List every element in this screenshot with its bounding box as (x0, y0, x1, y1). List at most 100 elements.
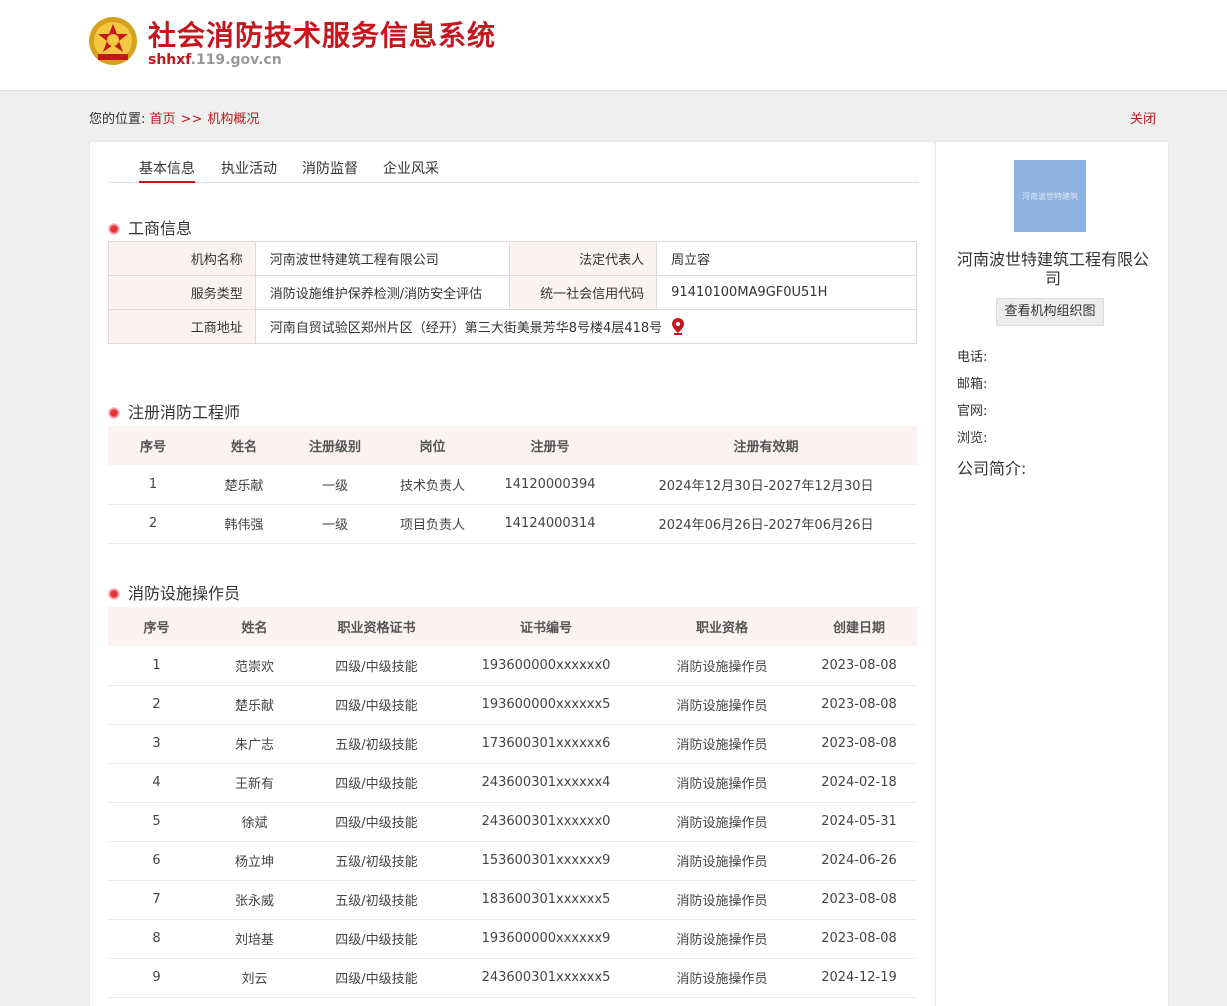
cell-index: 1 (108, 465, 198, 505)
cell-reg-number: 14124000314 (485, 504, 615, 544)
phone-label: 电话: (957, 350, 988, 365)
website-label: 官网: (957, 404, 988, 419)
tab-company-style[interactable]: 企业风采 (383, 158, 439, 183)
site-title: 社会消防技术服务信息系统 (148, 19, 497, 52)
cell-position: 项目负责人 (380, 504, 485, 544)
breadcrumb-current-link[interactable]: 机构概况 (207, 112, 259, 127)
cell-name: 朱广志 (205, 724, 304, 764)
cell-qualification: 消防设施操作员 (643, 685, 801, 725)
cell-name: 刘培基 (205, 919, 304, 959)
table-row: 2 楚乐献 四级/中级技能 193600000xxxxxx5 消防设施操作员 2023-0… (108, 685, 917, 725)
map-pin-icon[interactable] (672, 318, 685, 335)
cell-name: 范崇欢 (205, 646, 304, 686)
cell-name: 张永威 (205, 880, 304, 920)
cell-index: 8 (108, 919, 205, 959)
table-row: 6 杨立坤 五级/初级技能 153600301xxxxxx9 消防设施操作员 2024-0… (108, 841, 917, 881)
business-info-table: 机构名称 河南波世特建筑工程有限公司 法定代表人 周立容 服务类型 消防设施维护… (108, 241, 918, 344)
cell-name: 刘云 (205, 958, 304, 998)
cell-level: 一级 (290, 465, 380, 505)
cell-created-date: 2024-05-31 (801, 802, 917, 842)
cell-cert-number: 243600301xxxxxx0 (449, 802, 643, 842)
address-label: 工商地址 (108, 309, 256, 344)
cell-cert-number: 243600301xxxxxx4 (449, 763, 643, 803)
column-header: 姓名 (198, 426, 290, 465)
cell-qualification: 消防设施操作员 (643, 880, 801, 920)
cell-certificate: 五级/初级技能 (304, 880, 449, 920)
bullet-dot-icon (108, 223, 120, 235)
legal-rep-value: 周立容 (656, 241, 917, 276)
org-chart-button[interactable]: 查看机构组织图 (996, 298, 1104, 326)
table-row: 9 刘云 四级/中级技能 243600301xxxxxx5 消防设施操作员 2024-12… (108, 958, 917, 998)
operators-table: 序号 姓名 职业资格证书 证书编号 职业资格 创建日期 1 范崇欢 四级/中级技能 1… (108, 607, 917, 998)
cell-created-date: 2023-08-08 (801, 880, 917, 920)
breadcrumb-prefix: 您的位置: (89, 112, 146, 127)
cell-cert-number: 153600301xxxxxx9 (449, 841, 643, 881)
cell-name: 徐斌 (205, 802, 304, 842)
table-row: 5 徐斌 四级/中级技能 243600301xxxxxx0 消防设施操作员 2024-05… (108, 802, 917, 842)
cell-index: 2 (108, 685, 205, 725)
column-header: 注册号 (485, 426, 615, 465)
cell-created-date: 2024-06-26 (801, 841, 917, 881)
breadcrumb-home-link[interactable]: 首页 (150, 112, 176, 127)
breadcrumb: 您的位置: 首页 >> 机构概况 (89, 108, 259, 127)
cell-created-date: 2023-08-08 (801, 685, 917, 725)
table-row: 1 范崇欢 四级/中级技能 193600000xxxxxx0 消防设施操作员 2023-0… (108, 646, 917, 686)
cell-created-date: 2023-08-08 (801, 724, 917, 764)
company-logo-text: 河南波世特建筑 (1022, 191, 1078, 201)
table-row: 2 韩伟强 一级 项目负责人 14124000314 2024年06月26日-2… (108, 504, 917, 544)
legal-rep-label: 法定代表人 (509, 241, 658, 276)
views-label: 浏览: (957, 431, 988, 446)
address-value: 河南自贸试验区郑州片区（经开）第三大街美景芳华8号楼4层418号 (269, 321, 663, 336)
address-cell: 河南自贸试验区郑州片区（经开）第三大街美景芳华8号楼4层418号 (254, 309, 918, 344)
credit-code-value: 91410100MA9GF0U51H (656, 275, 917, 310)
column-header: 职业资格 (643, 607, 801, 646)
operators-title: 消防设施操作员 (128, 584, 241, 603)
cell-index: 7 (108, 880, 205, 920)
cell-created-date: 2024-12-19 (801, 958, 917, 998)
cell-qualification: 消防设施操作员 (643, 841, 801, 881)
business-info-title: 工商信息 (128, 219, 193, 238)
bullet-dot-icon (108, 407, 120, 419)
column-header: 注册有效期 (615, 426, 917, 465)
bullet-dot-icon (108, 588, 120, 600)
column-header: 序号 (108, 607, 205, 646)
cell-position: 技术负责人 (380, 465, 485, 505)
cell-certificate: 四级/中级技能 (304, 802, 449, 842)
main-panel: 基本信息 执业活动 消防监督 企业风采 工商信息 机构名称 河南波世特建筑工程有… (89, 141, 936, 1006)
table-row: 工商地址 河南自贸试验区郑州片区（经开）第三大街美景芳华8号楼4层418号 (108, 309, 918, 344)
cell-name: 楚乐献 (205, 685, 304, 725)
cell-created-date: 2024-02-18 (801, 763, 917, 803)
cell-cert-number: 193600000xxxxxx0 (449, 646, 643, 686)
table-header-row: 序号 姓名 注册级别 岗位 注册号 注册有效期 (108, 426, 917, 465)
column-header: 序号 (108, 426, 198, 465)
tab-basic-info[interactable]: 基本信息 (139, 158, 195, 183)
cell-cert-number: 183600301xxxxxx5 (449, 880, 643, 920)
cell-index: 9 (108, 958, 205, 998)
company-logo: 河南波世特建筑 (1014, 160, 1086, 232)
cell-index: 2 (108, 504, 198, 544)
tab-practice-activities[interactable]: 执业活动 (221, 158, 277, 183)
column-header: 岗位 (380, 426, 485, 465)
tab-fire-supervision[interactable]: 消防监督 (302, 158, 358, 183)
company-intro-label: 公司简介: (957, 459, 1027, 478)
operators-heading: 消防设施操作员 (108, 580, 240, 604)
cell-qualification: 消防设施操作员 (643, 724, 801, 764)
column-header: 注册级别 (290, 426, 380, 465)
cell-certificate: 五级/初级技能 (304, 841, 449, 881)
cell-certificate: 四级/中级技能 (304, 958, 449, 998)
engineers-heading: 注册消防工程师 (108, 399, 240, 423)
cell-certificate: 四级/中级技能 (304, 763, 449, 803)
cell-qualification: 消防设施操作员 (643, 763, 801, 803)
table-row: 1 楚乐献 一级 技术负责人 14120000394 2024年12月30日-2… (108, 465, 917, 505)
close-link[interactable]: 关闭 (1130, 108, 1156, 127)
cell-validity: 2024年06月26日-2027年06月26日 (615, 504, 917, 544)
cell-cert-number: 173600301xxxxxx6 (449, 724, 643, 764)
table-row: 8 刘培基 四级/中级技能 193600000xxxxxx9 消防设施操作员 2023-0… (108, 919, 917, 959)
credit-code-label: 统一社会信用代码 (509, 275, 658, 310)
cell-qualification: 消防设施操作员 (643, 646, 801, 686)
table-row: 机构名称 河南波世特建筑工程有限公司 法定代表人 周立容 (108, 241, 917, 276)
table-row: 3 朱广志 五级/初级技能 173600301xxxxxx6 消防设施操作员 2023-0… (108, 724, 917, 764)
fire-emblem-icon (89, 17, 137, 65)
table-row: 4 王新有 四级/中级技能 243600301xxxxxx4 消防设施操作员 2024-0… (108, 763, 917, 803)
cell-certificate: 五级/初级技能 (304, 724, 449, 764)
